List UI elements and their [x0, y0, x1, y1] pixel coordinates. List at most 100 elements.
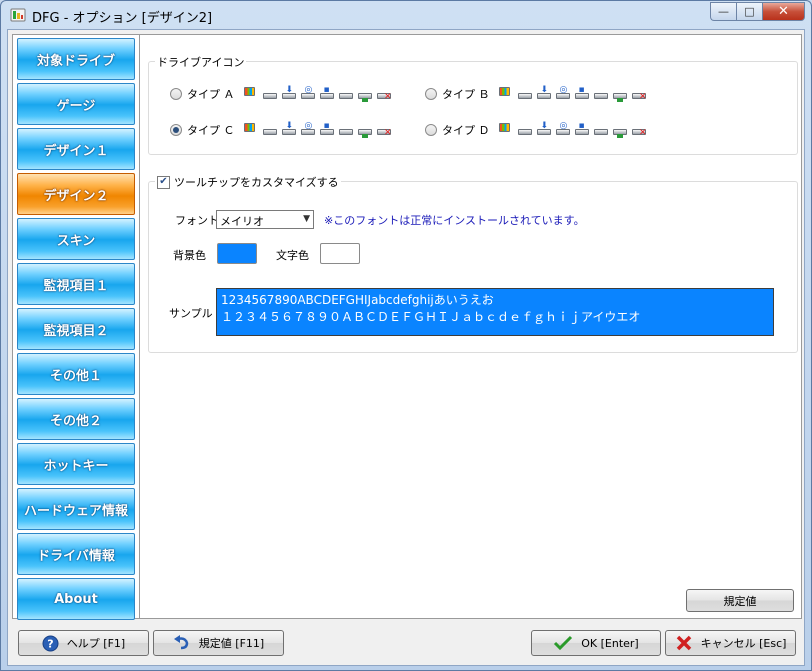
- defaults-f11-button[interactable]: 規定値 [F11]: [153, 630, 284, 656]
- usb-drive-icon: [593, 86, 609, 102]
- sample-label: サンプル: [169, 307, 213, 320]
- tooltip-sample-preview: 1234567890ABCDEFGHIJabcdefghijあいうえお １２３４…: [216, 288, 774, 336]
- font-select-value: メイリオ: [220, 215, 264, 228]
- close-icon: ✕: [778, 4, 789, 19]
- tooltip-customize-checkbox-row[interactable]: ✔ ツールチップをカスタマイズする: [155, 174, 341, 190]
- sidebar-item-driver-info[interactable]: ドライバ情報: [17, 533, 135, 575]
- minimize-button[interactable]: —: [710, 2, 736, 21]
- sidebar-item-label: 監視項目１: [43, 278, 109, 294]
- radio-button[interactable]: [425, 88, 437, 100]
- sidebar-item-label: その他２: [49, 413, 102, 429]
- hdd-icon: [262, 86, 278, 102]
- windows-drive-icon: [243, 122, 259, 138]
- maximize-icon: □: [744, 5, 755, 18]
- hdd-icon: [262, 122, 278, 138]
- help-icon: ?: [42, 635, 59, 652]
- network-drive-icon: [612, 86, 628, 102]
- sidebar-item-design-2[interactable]: デザイン２: [17, 173, 135, 215]
- sidebar-item-gauge[interactable]: ゲージ: [17, 83, 135, 125]
- network-drive-icon: [357, 122, 373, 138]
- bg-color-label: 背景色: [173, 249, 206, 262]
- sidebar-item-monitor-1[interactable]: 監視項目１: [17, 263, 135, 305]
- sidebar-item-target-drive[interactable]: 対象ドライブ: [17, 38, 135, 80]
- cancel-button[interactable]: キャンセル [Esc]: [665, 630, 796, 656]
- settings-panel: ドライブアイコン タイプ Ａ ⬇ ◎ ▪ ✕ タイプ Ｂ ⬇ ◎ ▪ ✕ タイプ…: [139, 34, 802, 619]
- sidebar-item-label: 対象ドライブ: [36, 53, 115, 69]
- bg-color-swatch[interactable]: [217, 243, 257, 264]
- radio-type-a[interactable]: タイプ Ａ ⬇ ◎ ▪ ✕: [170, 86, 392, 102]
- undo-icon: [173, 635, 191, 651]
- text-color-swatch[interactable]: [320, 243, 360, 264]
- chevron-down-icon: ▼: [303, 214, 310, 224]
- cd-drive-icon: ◎: [300, 86, 316, 102]
- close-button[interactable]: ✕: [762, 2, 805, 21]
- sidebar-item-label: About: [54, 591, 98, 607]
- check-icon: [553, 635, 573, 651]
- radio-label: タイプ Ａ: [187, 88, 235, 101]
- window-title: DFG - オプション [デザイン2]: [32, 11, 213, 26]
- usb-drive-icon: [338, 122, 354, 138]
- font-status-note: ※このフォントは正常にインストールされています。: [324, 214, 585, 227]
- network-drive-icon: [357, 86, 373, 102]
- client-area: 対象ドライブ ゲージ デザイン１ デザイン２ スキン 監視項目１ 監視項目２ そ…: [7, 29, 805, 666]
- sidebar-item-label: デザイン２: [43, 188, 109, 204]
- removable-drive-icon: ⬇: [536, 86, 552, 102]
- options-window: DFG - オプション [デザイン2] — □ ✕ 対象ドライブ ゲージ デザイ…: [0, 0, 812, 671]
- caption-buttons: — □ ✕: [710, 2, 805, 21]
- panel-default-label: 規定値: [723, 594, 757, 608]
- radio-type-d[interactable]: タイプ Ｄ ⬇ ◎ ▪ ✕: [425, 122, 647, 138]
- sidebar-item-hardware-info[interactable]: ハードウェア情報: [17, 488, 135, 530]
- radio-button[interactable]: [170, 124, 182, 136]
- radio-label: タイプ Ｃ: [187, 124, 235, 137]
- floppy-drive-icon: ▪: [319, 122, 335, 138]
- sidebar-item-hotkey[interactable]: ホットキー: [17, 443, 135, 485]
- maximize-button[interactable]: □: [736, 2, 762, 21]
- usb-drive-icon: [338, 86, 354, 102]
- sidebar-item-label: ゲージ: [56, 98, 96, 114]
- sidebar-item-label: ハードウェア情報: [23, 503, 128, 519]
- text-color-label: 文字色: [276, 249, 309, 262]
- dfg-app-icon: [10, 8, 26, 22]
- sidebar-item-other-1[interactable]: その他１: [17, 353, 135, 395]
- usb-drive-icon: [593, 122, 609, 138]
- sidebar-item-about[interactable]: About: [17, 578, 135, 620]
- type-a-icon-strip: ⬇ ◎ ▪ ✕: [243, 86, 392, 102]
- sidebar-item-design-1[interactable]: デザイン１: [17, 128, 135, 170]
- radio-type-c[interactable]: タイプ Ｃ ⬇ ◎ ▪ ✕: [170, 122, 392, 138]
- windows-drive-icon: [498, 86, 514, 102]
- tooltip-customize-checkbox[interactable]: ✔: [157, 175, 170, 189]
- sidebar-item-label: その他１: [49, 368, 102, 384]
- tooltip-customize-label: ツールチップをカスタマイズする: [174, 176, 339, 189]
- radio-button[interactable]: [170, 88, 182, 100]
- cancel-label: キャンセル [Esc]: [700, 637, 787, 650]
- radio-button[interactable]: [425, 124, 437, 136]
- sidebar-item-skin[interactable]: スキン: [17, 218, 135, 260]
- radio-type-b[interactable]: タイプ Ｂ ⬇ ◎ ▪ ✕: [425, 86, 647, 102]
- sidebar-item-label: ドライバ情報: [37, 548, 115, 564]
- windows-drive-icon: [498, 122, 514, 138]
- disconnected-drive-icon: ✕: [631, 122, 647, 138]
- disconnected-drive-icon: ✕: [376, 86, 392, 102]
- ok-label: OK [Enter]: [581, 636, 639, 650]
- radio-label: タイプ Ｂ: [442, 88, 490, 101]
- help-button[interactable]: ? ヘルプ [F1]: [18, 630, 149, 656]
- title-bar[interactable]: DFG - オプション [デザイン2] — □ ✕: [1, 1, 811, 29]
- cd-drive-icon: ◎: [555, 86, 571, 102]
- floppy-drive-icon: ▪: [574, 86, 590, 102]
- sidebar-item-monitor-2[interactable]: 監視項目２: [17, 308, 135, 350]
- floppy-drive-icon: ▪: [319, 86, 335, 102]
- sidebar-item-other-2[interactable]: その他２: [17, 398, 135, 440]
- sidebar-item-label: 監視項目２: [43, 323, 109, 339]
- font-select[interactable]: メイリオ ▼: [216, 210, 314, 229]
- cd-drive-icon: ◎: [300, 122, 316, 138]
- help-label: ヘルプ [F1]: [66, 637, 126, 650]
- ok-button[interactable]: OK [Enter]: [531, 630, 661, 656]
- hdd-icon: [517, 122, 533, 138]
- drive-icon-group: ドライブアイコン タイプ Ａ ⬇ ◎ ▪ ✕ タイプ Ｂ ⬇ ◎ ▪ ✕ タイプ…: [148, 54, 798, 155]
- windows-drive-icon: [243, 86, 259, 102]
- sidebar-item-label: スキン: [56, 233, 96, 249]
- removable-drive-icon: ⬇: [281, 86, 297, 102]
- sample-line-1: 1234567890ABCDEFGHIJabcdefghijあいうえお: [221, 293, 494, 307]
- floppy-drive-icon: ▪: [574, 122, 590, 138]
- panel-default-button[interactable]: 規定値: [686, 589, 794, 612]
